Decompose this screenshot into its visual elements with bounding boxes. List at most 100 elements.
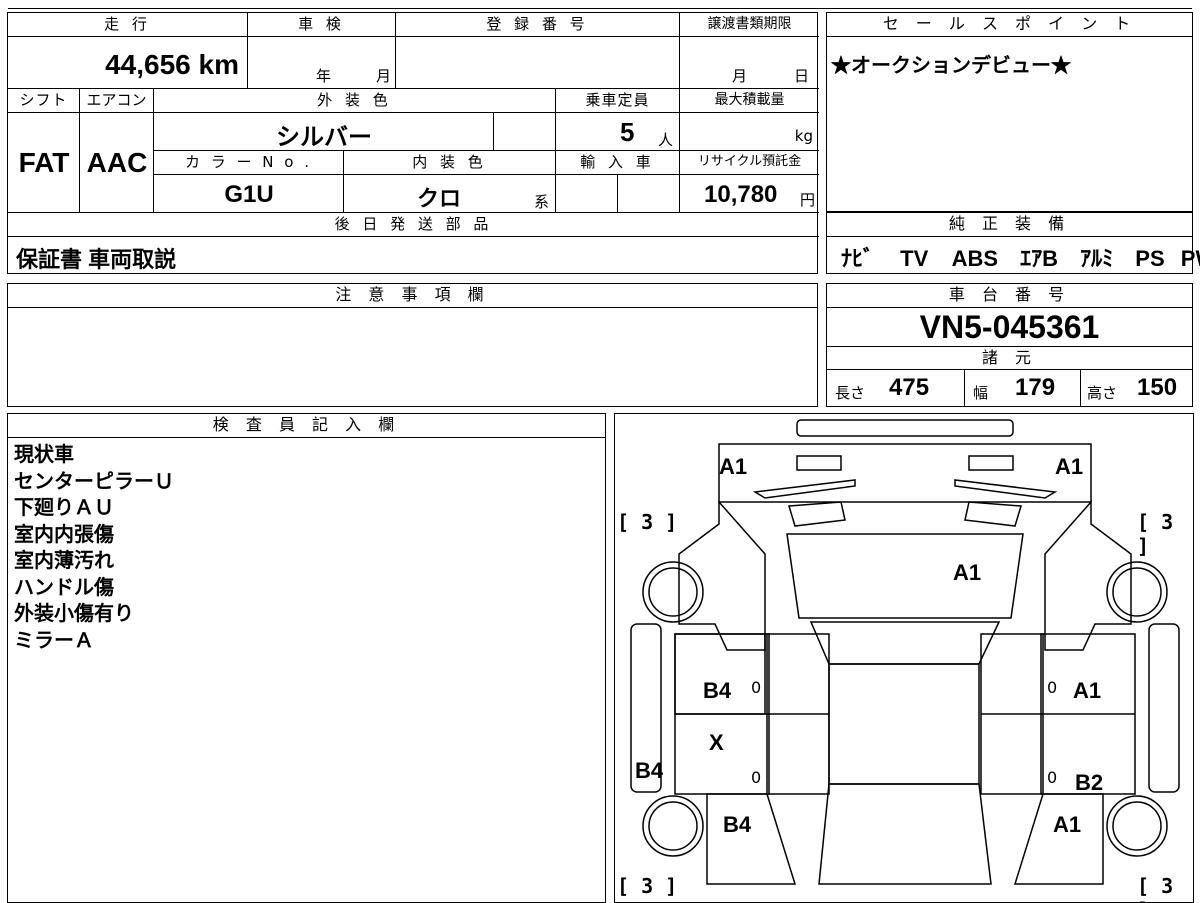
color-no-cell: G1U xyxy=(154,175,344,213)
mark-tire-fr: [ 3 ] xyxy=(1137,510,1174,558)
equipment-item: ｴｱB xyxy=(1020,246,1059,271)
mark-rear-fender-right: A1 xyxy=(1053,812,1082,837)
notes-box: 注 意 事 項 欄 xyxy=(7,283,818,407)
transfer-deadline-cell: 月 日 xyxy=(680,37,819,89)
inspection-label: 車 検 xyxy=(248,13,396,37)
inspection-month-unit: 月 xyxy=(376,67,392,85)
sales-point-label: セ ー ル ス ポ イ ン ト xyxy=(827,13,1192,37)
import-label: 輸 入 車 xyxy=(556,151,680,175)
recycle-fee-value: 10,780 xyxy=(704,181,778,208)
equipment-item: ｱﾙﾐ xyxy=(1080,246,1114,271)
after-parts-label: 後 日 発 送 部 品 xyxy=(8,213,819,237)
spec-height-cell: 高さ 150 xyxy=(1081,370,1192,406)
genuine-equipment-list: ﾅﾋﾞ TV ABS ｴｱB ｱﾙﾐ PS PW xyxy=(841,241,1200,273)
exterior-color-value: シルバー xyxy=(276,124,372,151)
color-no-label: カ ラ ー N o . xyxy=(154,151,344,175)
exterior-color-cell: シルバー xyxy=(154,113,494,151)
color-no-value: G1U xyxy=(224,181,274,208)
capacity-cell: 5 人 xyxy=(556,113,680,151)
mark-hood: A1 xyxy=(953,560,982,585)
mark-rear-fender-left: B4 xyxy=(723,812,752,837)
aircon-cell: AAC xyxy=(80,113,154,213)
shift-label: シフト xyxy=(8,89,80,113)
exterior-color-extra-cell xyxy=(494,113,556,151)
capacity-label: 乗車定員 xyxy=(556,89,680,113)
max-load-label: 最大積載量 xyxy=(680,89,819,113)
genuine-equipment-box: 純 正 装 備 ﾅﾋﾞ TV ABS ｴｱB ｱﾙﾐ PS PW xyxy=(826,212,1200,274)
genuine-equipment-label: 純 正 装 備 xyxy=(827,213,1192,237)
import-cell-1 xyxy=(556,175,618,213)
aircon-value: AAC xyxy=(86,147,148,178)
inspection-year-unit: 年 xyxy=(316,67,332,85)
mark-zero: 0 xyxy=(751,768,762,787)
import-cell-2 xyxy=(618,175,680,213)
length-value: 475 xyxy=(889,374,930,401)
mileage-value: 44,656 km xyxy=(105,49,239,80)
mark-tire-fl: [ 3 ] xyxy=(617,510,678,534)
mark-zero: 0 xyxy=(1047,678,1058,697)
sales-point-text: ★オークションデビュー★ xyxy=(831,55,1071,77)
sales-point-box: セ ー ル ス ポ イ ン ト ★オークションデビュー★ xyxy=(826,12,1193,212)
inspector-line: 下廻りＡＵ xyxy=(14,497,114,519)
spec-label: 諸 元 xyxy=(827,346,1192,370)
mileage-label: 走 行 xyxy=(8,13,248,37)
inspector-lines: 現状車 センターピラーＵ 下廻りＡＵ 室内内張傷 室内薄汚れ ハンドル傷 外装小… xyxy=(14,442,174,654)
inspector-line: センターピラーＵ xyxy=(14,470,174,493)
inspector-line: ミラーＡ xyxy=(14,629,94,652)
interior-color-label: 内 装 色 xyxy=(344,151,556,175)
top-strip xyxy=(8,0,1192,9)
mark-tire-rl: [ 3 ] xyxy=(617,874,678,898)
capacity-unit: 人 xyxy=(658,131,674,149)
mark-front-left: A1 xyxy=(719,454,748,479)
max-load-cell: kg xyxy=(680,113,819,151)
equipment-item: TV xyxy=(900,246,929,271)
capacity-value: 5 xyxy=(620,117,635,147)
inspector-line: 外装小傷有り xyxy=(14,603,134,625)
height-label: 高さ xyxy=(1087,384,1118,402)
shift-cell: FAT xyxy=(8,113,80,213)
deadline-month-unit: 月 xyxy=(732,67,748,85)
mark-zero: 0 xyxy=(751,678,762,697)
inspector-line: 現状車 xyxy=(14,444,74,466)
recycle-fee-label: リサイクル預託金 xyxy=(680,151,819,175)
mark-tire-rr: [ 3 ] xyxy=(1137,874,1174,902)
equipment-item: PW xyxy=(1180,246,1200,271)
registration-label: 登 録 番 号 xyxy=(396,13,680,37)
transfer-deadline-label: 譲渡書類期限 xyxy=(680,13,819,37)
mark-front-door-left: B4 xyxy=(703,678,732,703)
width-value: 179 xyxy=(1015,374,1056,401)
interior-color-cell: クロ 系 xyxy=(344,175,556,213)
recycle-fee-unit: 円 xyxy=(799,191,815,209)
equipment-item: ABS xyxy=(951,246,999,271)
equipment-item: ﾅﾋﾞ xyxy=(841,246,875,271)
mark-front-door-right: A1 xyxy=(1073,678,1102,703)
spec-width-cell: 幅 179 xyxy=(965,370,1081,406)
deadline-day-unit: 日 xyxy=(794,67,810,85)
chassis-label: 車 台 番 号 xyxy=(827,284,1192,308)
mark-rocker-left: B4 xyxy=(635,758,664,783)
after-parts-value: 保証書 車両取説 xyxy=(16,247,177,272)
registration-cell xyxy=(396,37,680,89)
height-value: 150 xyxy=(1137,374,1178,401)
notes-label: 注 意 事 項 欄 xyxy=(8,284,817,308)
equipment-item: PS xyxy=(1135,246,1165,271)
interior-color-value: クロ xyxy=(416,186,461,211)
mark-zero: 0 xyxy=(1047,768,1058,787)
recycle-fee-cell: 10,780 円 xyxy=(680,175,819,213)
inspector-box: 検 査 員 記 入 欄 現状車 センターピラーＵ 下廻りＡＵ 室内内張傷 室内薄… xyxy=(7,413,606,903)
aircon-label: エアコン xyxy=(80,89,154,113)
inspector-line: 室内内張傷 xyxy=(14,523,114,546)
inspector-line: ハンドル傷 xyxy=(14,576,114,599)
inspector-label: 検 査 員 記 入 欄 xyxy=(8,414,605,438)
chassis-box: 車 台 番 号 VN5-045361 諸 元 長さ 475 幅 179 高さ 1… xyxy=(826,283,1193,407)
width-label: 幅 xyxy=(973,384,989,402)
mileage-cell: 44,656 km xyxy=(8,37,248,89)
exterior-color-label: 外 装 色 xyxy=(154,89,556,113)
mark-rear-door-right: B2 xyxy=(1075,770,1104,795)
length-label: 長さ xyxy=(835,384,866,402)
mark-rear-door-left: X xyxy=(709,730,724,755)
interior-suffix: 系 xyxy=(533,193,549,211)
vehicle-info-table: 走 行 車 検 登 録 番 号 譲渡書類期限 44,656 km 年 月 月 日… xyxy=(7,12,819,274)
inspector-line: 室内薄汚れ xyxy=(14,550,114,572)
max-load-unit: kg xyxy=(794,127,813,145)
